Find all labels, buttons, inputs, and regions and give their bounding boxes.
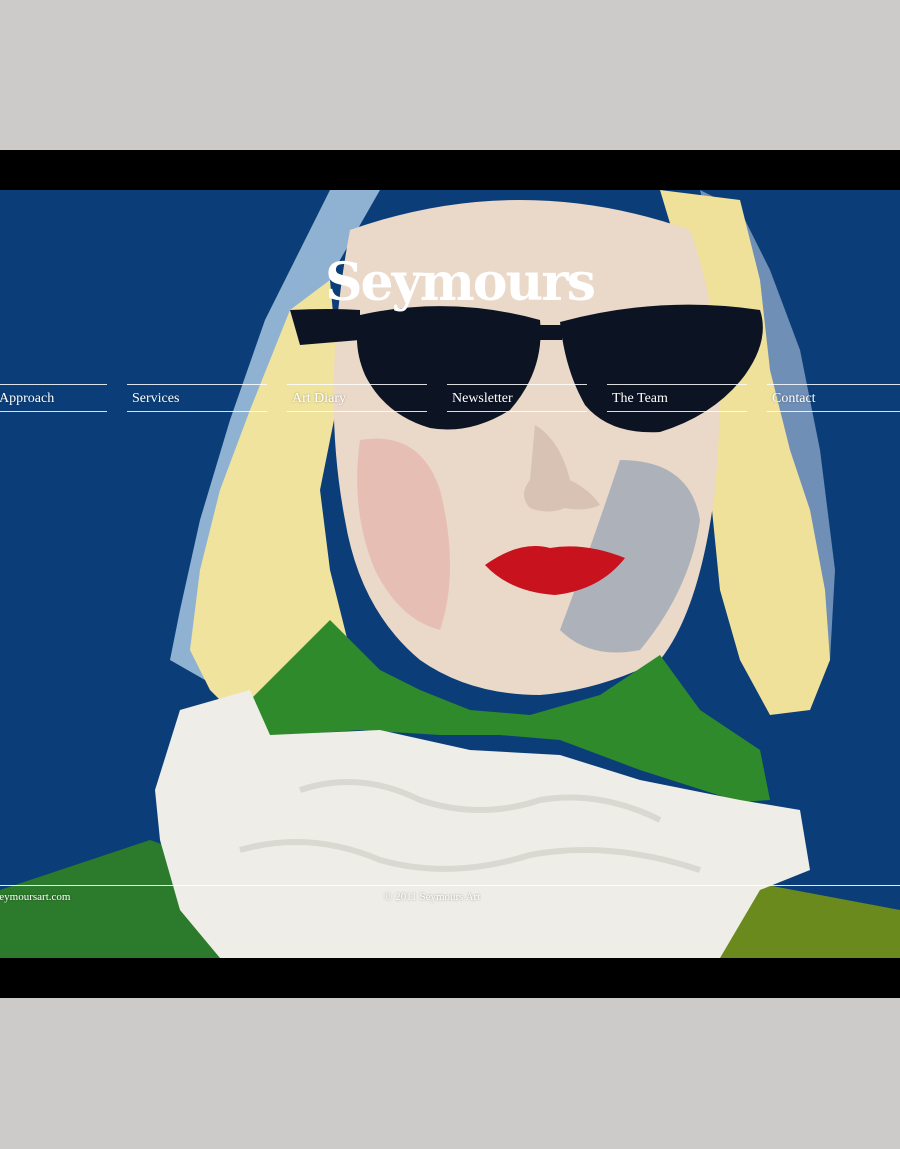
nav-approach[interactable]: Approach bbox=[0, 384, 107, 412]
nav-contact[interactable]: Contact bbox=[767, 384, 900, 412]
footer-divider bbox=[0, 885, 900, 886]
nav-newsletter[interactable]: Newsletter bbox=[447, 384, 587, 412]
display-bezel: Seymours Approach Services Art Diary New… bbox=[0, 150, 900, 998]
nav-services[interactable]: Services bbox=[127, 384, 267, 412]
footer-domain-link[interactable]: seymoursart.com bbox=[0, 891, 70, 903]
website-screen: Seymours Approach Services Art Diary New… bbox=[0, 190, 900, 958]
footer-copyright: © 2011 Seymours Art bbox=[384, 891, 481, 903]
site-logo-text[interactable]: Seymours bbox=[325, 252, 596, 313]
nav-the-team[interactable]: The Team bbox=[607, 384, 747, 412]
nav-art-diary[interactable]: Art Diary bbox=[287, 384, 427, 412]
